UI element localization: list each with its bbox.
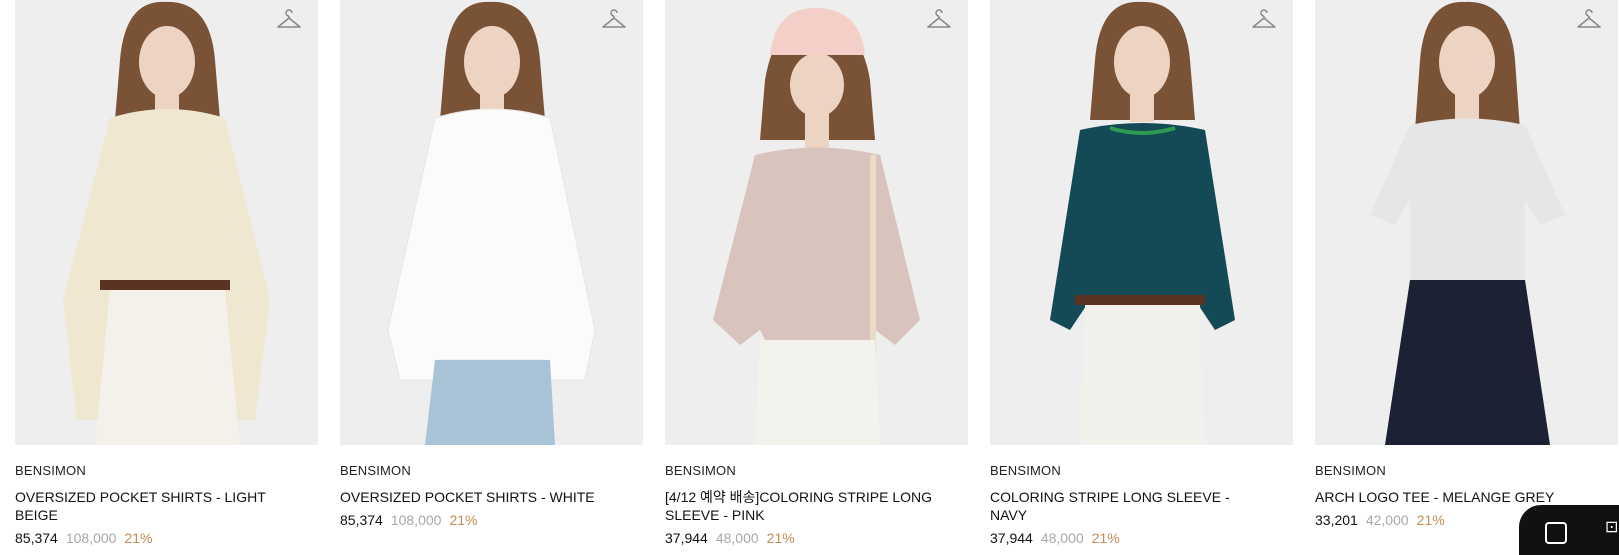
product-card[interactable]: BENSIMON COLORING STRIPE LONG SLEEVE - N…	[990, 0, 1293, 546]
product-name[interactable]: ARCH LOGO TEE - MELANGE GREY	[1315, 488, 1585, 506]
product-prices: 37,944 48,000 21%	[665, 530, 968, 546]
floating-action-button[interactable]: ⊡	[1519, 505, 1619, 555]
product-image[interactable]	[1315, 0, 1618, 445]
product-card[interactable]: BENSIMON ARCH LOGO TEE - MELANGE GREY 33…	[1315, 0, 1618, 528]
discount-rate: 21%	[1416, 512, 1445, 528]
floating-action-icon	[1545, 522, 1567, 544]
model-illustration	[63, 1, 270, 445]
product-brand[interactable]: BENSIMON	[665, 463, 968, 478]
product-brand[interactable]: BENSIMON	[15, 463, 318, 478]
product-prices: 85,374 108,000 21%	[340, 512, 643, 528]
product-grid: BENSIMON OVERSIZED POCKET SHIRTS - LIGHT…	[0, 0, 1619, 546]
model-illustration	[1050, 1, 1235, 445]
product-brand[interactable]: BENSIMON	[990, 463, 1293, 478]
sale-price: 37,944	[665, 530, 708, 546]
sale-price: 33,201	[1315, 512, 1358, 528]
original-price: 108,000	[65, 530, 117, 546]
hanger-icon[interactable]	[601, 9, 627, 31]
hanger-icon[interactable]	[1576, 9, 1602, 31]
sale-price: 37,944	[990, 530, 1033, 546]
hanger-icon[interactable]	[276, 9, 302, 31]
product-image[interactable]	[990, 0, 1293, 445]
product-image[interactable]	[665, 0, 968, 445]
floating-extra-icon: ⊡	[1605, 519, 1619, 536]
hanger-icon[interactable]	[1251, 9, 1277, 31]
model-illustration	[713, 8, 920, 445]
product-card[interactable]: BENSIMON [4/12 예약 배송]COLORING STRIPE LON…	[665, 0, 968, 546]
model-illustration	[1370, 1, 1565, 445]
original-price: 48,000	[1040, 530, 1084, 546]
product-brand[interactable]: BENSIMON	[340, 463, 643, 478]
discount-rate: 21%	[766, 530, 795, 546]
sale-price: 85,374	[15, 530, 58, 546]
product-image[interactable]	[340, 0, 643, 445]
original-price: 108,000	[390, 512, 442, 528]
discount-rate: 21%	[449, 512, 478, 528]
product-prices: 37,944 48,000 21%	[990, 530, 1293, 546]
product-name[interactable]: [4/12 예약 배송]COLORING STRIPE LONG SLEEVE …	[665, 488, 935, 524]
model-illustration	[387, 1, 596, 445]
discount-rate: 21%	[1091, 530, 1120, 546]
discount-rate: 21%	[124, 530, 153, 546]
hanger-icon[interactable]	[926, 9, 952, 31]
product-image[interactable]	[15, 0, 318, 445]
product-name[interactable]: COLORING STRIPE LONG SLEEVE - NAVY	[990, 488, 1260, 524]
product-prices: 85,374 108,000 21%	[15, 530, 318, 546]
product-brand[interactable]: BENSIMON	[1315, 463, 1618, 478]
product-card[interactable]: BENSIMON OVERSIZED POCKET SHIRTS - WHITE…	[340, 0, 643, 528]
product-card[interactable]: BENSIMON OVERSIZED POCKET SHIRTS - LIGHT…	[15, 0, 318, 546]
original-price: 42,000	[1365, 512, 1409, 528]
product-name[interactable]: OVERSIZED POCKET SHIRTS - WHITE	[340, 488, 610, 506]
product-name[interactable]: OVERSIZED POCKET SHIRTS - LIGHT BEIGE	[15, 488, 285, 524]
sale-price: 85,374	[340, 512, 383, 528]
original-price: 48,000	[715, 530, 759, 546]
